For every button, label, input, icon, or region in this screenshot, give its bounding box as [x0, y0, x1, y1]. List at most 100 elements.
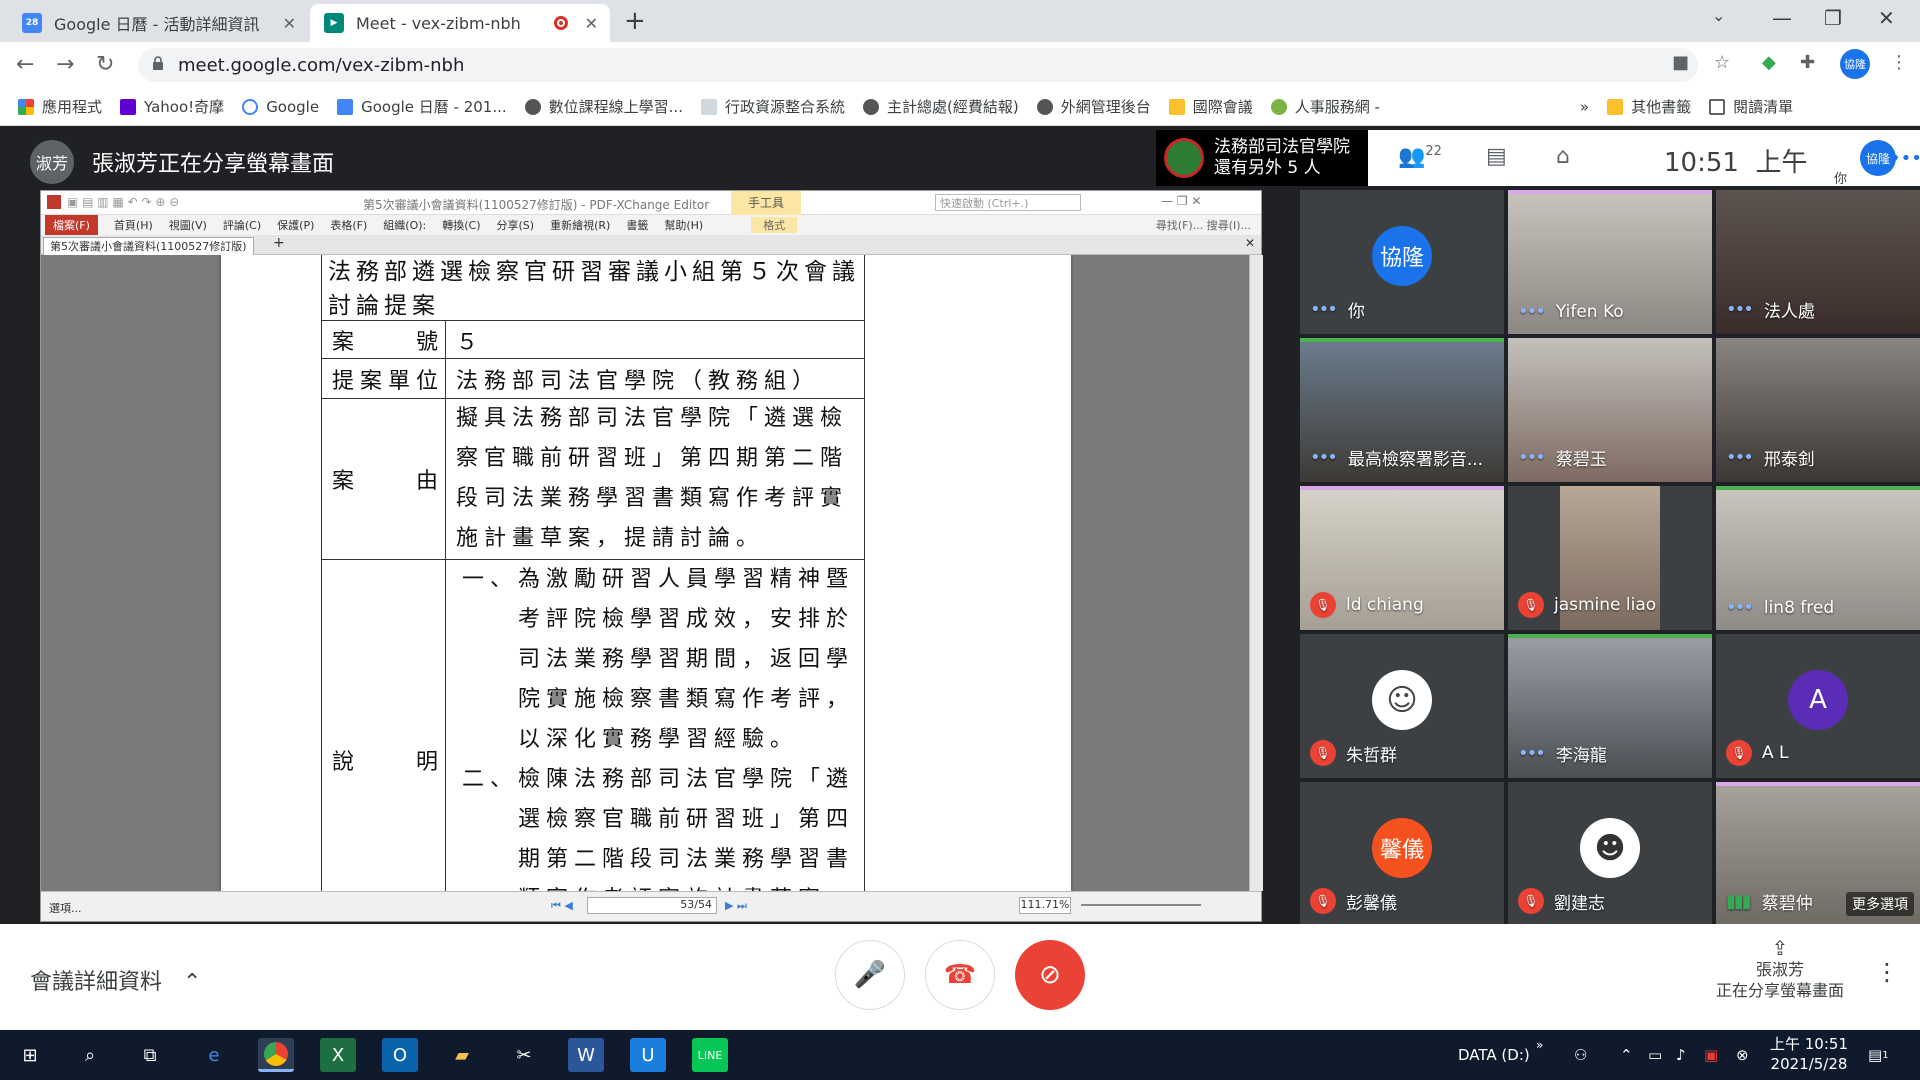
menu-file[interactable]: 檔案(F)	[45, 215, 98, 235]
bookmark-apps[interactable]: 應用程式	[18, 96, 102, 117]
pdf-scrollbar[interactable]	[1249, 255, 1263, 891]
participant-tile[interactable]: 馨儀 🎙 彭馨儀	[1300, 782, 1504, 926]
page-nav-next-icons[interactable]: ▶ ⏭	[725, 899, 747, 913]
zoom-slider[interactable]	[1081, 904, 1201, 906]
participant-tile[interactable]: A 🎙 A L	[1716, 634, 1920, 778]
menu-view[interactable]: 視圖(V)	[169, 217, 207, 233]
file-explorer-icon[interactable]: ▰	[444, 1038, 480, 1072]
find-search-links[interactable]: 尋找(F)... 搜尋(I)...	[1156, 217, 1251, 233]
meeting-details-toggle[interactable]: 會議詳細資料 ⌃	[30, 964, 201, 996]
participant-tile[interactable]: ☺ 🎙 朱哲群	[1300, 634, 1504, 778]
close-tab-icon[interactable]: ✕	[283, 14, 296, 33]
options-menu[interactable]: 選項...	[49, 900, 82, 916]
bookmark-calendar[interactable]: Google 日曆 - 201...	[337, 96, 507, 117]
tab-calendar[interactable]: 28 Google 日曆 - 活動詳細資訊 ✕	[8, 4, 308, 42]
bookmark-other[interactable]: 其他書籤	[1607, 96, 1691, 117]
menu-redraw[interactable]: 重新繪視(R)	[550, 217, 610, 233]
menu-help[interactable]: 幫助(H)	[664, 217, 703, 233]
pdf-close-doc-icon[interactable]: ✕	[1245, 236, 1255, 250]
tray-chevron-icon[interactable]: ⌃	[1620, 1030, 1633, 1080]
participant-tile[interactable]: ••• 最高檢察署影音...	[1300, 338, 1504, 482]
menu-bookmarks[interactable]: 書籤	[626, 217, 648, 233]
people-button[interactable]: 👥22	[1398, 144, 1442, 169]
minimize-button[interactable]: —	[1772, 6, 1792, 30]
participant-tile[interactable]: 協隆 ••• 你	[1300, 190, 1504, 334]
participant-tile[interactable]: ••• Yifen Ko	[1508, 190, 1712, 334]
task-view-icon[interactable]: ⧉	[132, 1038, 168, 1072]
menu-home[interactable]: 首頁(H)	[114, 217, 153, 233]
tab-search-icon[interactable]: ⌄	[1712, 6, 1725, 25]
pdf-viewer[interactable]: 法務部遴選檢察官研習審議小組第５次會議討論提案 案 號 ５ 提案單位 法務部司法…	[41, 255, 1263, 891]
tool-tab[interactable]: 手工具	[731, 191, 801, 215]
participant-tile[interactable]: ••• 蔡碧玉	[1508, 338, 1712, 482]
bookmark-yahoo[interactable]: Yahoo!奇摩	[120, 96, 224, 117]
bookmark-elearning[interactable]: 數位課程線上學習...	[524, 96, 683, 117]
pdf-window-controls[interactable]: — ❐ ✕	[1161, 194, 1201, 208]
participant-tile[interactable]: ••• 邢泰釗	[1716, 338, 1920, 482]
forward-button[interactable]: →	[56, 52, 74, 77]
outlook-icon[interactable]: O	[382, 1038, 418, 1072]
chat-button[interactable]: ▤	[1486, 144, 1507, 169]
word-icon[interactable]: W	[568, 1038, 604, 1072]
people-tray-icon[interactable]: ⚇	[1574, 1030, 1587, 1080]
menu-protect[interactable]: 保護(P)	[277, 217, 314, 233]
app-tray-icon[interactable]: ▣	[1704, 1030, 1718, 1080]
reload-button[interactable]: ↻	[96, 52, 114, 77]
evernote-extension-icon[interactable]: ◆	[1762, 52, 1776, 73]
self-more-dots-icon[interactable]: •••	[1890, 148, 1920, 169]
windows-start-icon[interactable]: ⊞	[12, 1038, 48, 1072]
network-icon[interactable]: ▭	[1648, 1030, 1662, 1080]
extensions-icon[interactable]: ✚	[1800, 52, 1815, 73]
maximize-button[interactable]: ❐	[1824, 6, 1842, 30]
bookmark-hr[interactable]: 人事服務網 -	[1270, 96, 1380, 117]
menu-share[interactable]: 分享(S)	[497, 217, 535, 233]
bookmark-conference[interactable]: 國際會議	[1168, 96, 1253, 117]
presenting-status[interactable]: ⇪ 張淑芳 正在分享螢幕畫面	[1680, 938, 1880, 1001]
menu-convert[interactable]: 轉換(C)	[442, 217, 480, 233]
tab-meet[interactable]: ▶ Meet - vex-zibm-nbh ✕	[310, 4, 610, 42]
pdf-document-tab[interactable]: 第5次審議小會議資料(1100527修訂版)	[43, 237, 254, 255]
camera-indicator-icon[interactable]: ■	[1672, 52, 1689, 73]
url-bar[interactable]: meet.google.com/vex-zibm-nbh	[138, 48, 1698, 82]
new-tab-button[interactable]: +	[624, 6, 646, 36]
bookmark-budget[interactable]: 主計總處(經費結報)	[862, 96, 1019, 117]
participant-tile[interactable]: ••• lin8 fred	[1716, 486, 1920, 630]
toolbar-expand-icon[interactable]: »	[1536, 1020, 1543, 1070]
menu-comment[interactable]: 評論(C)	[223, 217, 261, 233]
quick-launch-search[interactable]: 快速啟動 (Ctrl+.)	[935, 194, 1081, 211]
taskbar-clock[interactable]: 上午 10:51 2021/5/28	[1770, 1034, 1848, 1074]
chrome-menu-icon[interactable]: ⋮	[1890, 52, 1908, 73]
tool-subtab[interactable]: 格式	[751, 217, 798, 233]
bookmark-star-icon[interactable]: ☆	[1714, 52, 1730, 73]
participant-tile[interactable]: ••• 李海龍	[1508, 634, 1712, 778]
leave-call-button[interactable]: ☎	[925, 940, 995, 1010]
search-icon[interactable]: ⌕	[72, 1038, 108, 1072]
activities-button[interactable]: ⌂	[1556, 144, 1570, 169]
page-nav-prev-icons[interactable]: ⏮ ◀	[551, 899, 573, 913]
snipping-tool-icon[interactable]: ✂	[506, 1038, 542, 1072]
zoom-level[interactable]: 111.71%	[1019, 897, 1071, 914]
bookmark-google[interactable]: Google	[242, 98, 319, 116]
internet-explorer-icon[interactable]: e	[196, 1038, 232, 1072]
line-app-icon[interactable]: LINE	[692, 1038, 728, 1072]
bookmark-reading-list[interactable]: 閱讀清單	[1709, 96, 1793, 117]
bookmark-web-admin[interactable]: 外網管理後台	[1036, 96, 1151, 117]
close-tab-icon[interactable]: ✕	[585, 14, 598, 33]
more-options-icon[interactable]: ⋮	[1875, 958, 1899, 986]
participant-tile[interactable]: 🎙 ld chiang	[1300, 486, 1504, 630]
camera-off-button[interactable]: ⊘	[1015, 940, 1085, 1010]
volume-icon[interactable]: ♪	[1676, 1030, 1686, 1080]
participant-tile[interactable]: ▮▮▮ 蔡碧仲 更多選項	[1716, 782, 1920, 926]
page-indicator[interactable]: 53/54	[587, 897, 717, 914]
pdf-new-tab-icon[interactable]: +	[273, 235, 285, 251]
notification-center-icon[interactable]: ▤ 1	[1868, 1030, 1889, 1080]
bookmark-admin[interactable]: 行政資源整合系統	[700, 96, 845, 117]
close-window-button[interactable]: ✕	[1878, 6, 1895, 30]
participant-tile[interactable]: ☻ 🎙 劉建志	[1508, 782, 1712, 926]
u-app-icon[interactable]: U	[630, 1038, 666, 1072]
drive-indicator[interactable]: DATA (D:)	[1458, 1030, 1530, 1080]
participant-tile[interactable]: 🎙 jasmine liao	[1508, 486, 1712, 630]
menu-organize[interactable]: 組織(O):	[383, 217, 426, 233]
menu-form[interactable]: 表格(F)	[330, 217, 367, 233]
participant-tile[interactable]: ••• 法人處	[1716, 190, 1920, 334]
